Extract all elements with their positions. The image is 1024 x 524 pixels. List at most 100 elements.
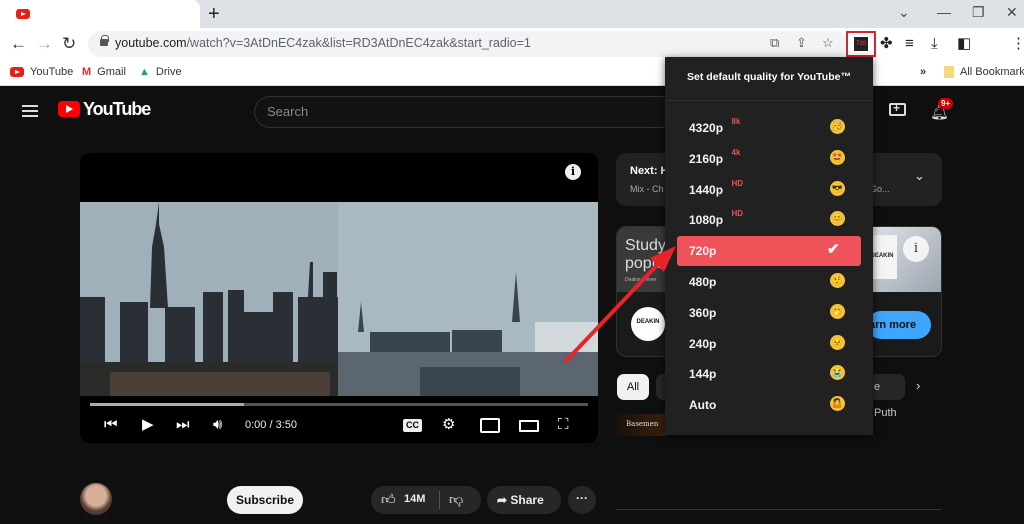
quality-label: 2160p bbox=[689, 151, 724, 166]
quality-option-240p[interactable]: 240p 😣 bbox=[677, 329, 861, 359]
quality-option-720p[interactable]: 720p ✔ bbox=[677, 236, 861, 267]
next-button[interactable]: ⏭︎ bbox=[176, 416, 190, 434]
url-text[interactable]: youtube.com/watch?v=3AtDnEC4zak&list=RD3… bbox=[115, 36, 531, 50]
up-next-subtitle: Mix - Ch bbox=[630, 184, 664, 194]
quality-option-360p[interactable]: 360p 🤭 bbox=[677, 298, 861, 328]
info-icon[interactable]: i bbox=[565, 164, 581, 180]
settings-gear-icon[interactable]: ⚙︎ bbox=[442, 416, 455, 434]
downloads-icon[interactable]: ⤓ bbox=[931, 35, 938, 53]
side-panel-icon[interactable]: ◧ bbox=[957, 35, 971, 53]
bookmark-label: Gmail bbox=[97, 66, 126, 78]
quality-label: Auto bbox=[689, 398, 717, 413]
bookmark-star-icon[interactable]: ☆ bbox=[822, 35, 834, 51]
more-actions-button[interactable]: ··· bbox=[568, 486, 596, 514]
dislike-icon[interactable]: 👎︎ bbox=[449, 491, 463, 508]
address-bar[interactable]: youtube.com/watch?v=3AtDnEC4zak&list=RD3… bbox=[88, 31, 848, 57]
quality-option-auto[interactable]: Auto 🤷 bbox=[677, 390, 861, 420]
quality-option-480p[interactable]: 480p 🤨 bbox=[677, 267, 861, 297]
youtube-icon bbox=[10, 67, 24, 78]
menu-icon[interactable] bbox=[22, 105, 38, 117]
bookmark-drive[interactable]: ▲ Drive bbox=[139, 66, 182, 78]
progress-bar[interactable] bbox=[90, 403, 588, 406]
bookmarks-overflow-button[interactable]: » bbox=[920, 66, 926, 78]
popup-title: Set default quality for YouTube™ bbox=[687, 71, 851, 83]
quality-option-1440p[interactable]: 1440p HD 😎 bbox=[677, 175, 861, 205]
restore-button[interactable]: ❐ bbox=[972, 4, 985, 21]
ad-info-icon[interactable]: i bbox=[903, 236, 929, 262]
ad-headline-2: popu bbox=[625, 255, 661, 272]
bookmark-label: Drive bbox=[155, 66, 182, 78]
minimize-button[interactable]: — bbox=[937, 4, 951, 20]
quality-emoji-icon: 😊 bbox=[830, 211, 845, 227]
browser-toolbar: ← → ↻ youtube.com/watch?v=3AtDnEC4zak&li… bbox=[0, 28, 1024, 60]
bookmark-label: YouTube bbox=[30, 66, 74, 78]
share-label: Share bbox=[510, 493, 544, 507]
chevron-down-icon[interactable]: ⌄ bbox=[914, 168, 925, 184]
back-button[interactable]: ← bbox=[10, 33, 27, 55]
quality-emoji-icon: 🤩 bbox=[830, 149, 845, 165]
chip-all[interactable]: All bbox=[617, 374, 649, 400]
like-icon[interactable]: 👍︎ bbox=[381, 491, 396, 508]
channel-avatar[interactable] bbox=[80, 483, 112, 515]
quality-label: 240p bbox=[689, 336, 717, 351]
new-tab-button[interactable]: + bbox=[208, 2, 220, 26]
learn-more-button[interactable]: arn more bbox=[867, 311, 931, 339]
open-in-app-icon[interactable]: ⧉ bbox=[770, 35, 779, 51]
quality-option-144p[interactable]: 144p 😭 bbox=[677, 359, 861, 389]
quality-option-4320p[interactable]: 4320p 8k 🥳 bbox=[677, 113, 861, 143]
quality-label: 4320p bbox=[689, 121, 724, 135]
forward-button[interactable]: → bbox=[36, 33, 53, 55]
create-video-icon[interactable] bbox=[889, 101, 906, 116]
youtube-logo-text[interactable]: YouTube bbox=[83, 99, 151, 120]
quality-emoji-icon: 🥳 bbox=[830, 119, 845, 134]
quality-label: 1080p bbox=[689, 213, 724, 228]
quality-option-1080p[interactable]: 1080p HD 😊 bbox=[677, 205, 861, 235]
previous-button[interactable]: ⏮︎ bbox=[104, 416, 118, 434]
quality-extension-button[interactable]: 720 bbox=[846, 31, 876, 57]
city-skyline-frame bbox=[80, 202, 598, 396]
bookmark-gmail[interactable]: M Gmail bbox=[82, 66, 126, 78]
youtube-logo-icon[interactable] bbox=[58, 101, 80, 117]
theater-mode-button[interactable] bbox=[519, 420, 539, 432]
like-count[interactable]: 14M bbox=[404, 493, 425, 505]
extensions-puzzle-icon[interactable]: ✤ bbox=[880, 35, 893, 53]
volume-icon[interactable]: 🔊︎ bbox=[213, 416, 222, 434]
ad-sub: Deakin Univer bbox=[625, 277, 657, 283]
quality-emoji-icon: 😎 bbox=[830, 180, 845, 196]
close-window-button[interactable]: ✕ bbox=[1006, 4, 1018, 21]
video-player[interactable]: i ⏮︎ ▶︎ ⏭︎ 🔊︎ 0:00 / 3:50 CC ⚙︎ ⛶ bbox=[80, 153, 598, 443]
browser-menu-icon[interactable]: ⋮ bbox=[1011, 35, 1024, 53]
play-button[interactable]: ▶︎ bbox=[142, 416, 154, 434]
lock-icon bbox=[100, 35, 109, 46]
youtube-favicon-icon bbox=[16, 9, 30, 19]
quality-tag: 4k bbox=[731, 147, 741, 157]
captions-button[interactable]: CC bbox=[403, 419, 422, 432]
quality-emoji-icon: 🤭 bbox=[830, 303, 845, 319]
tab-youtube[interactable] bbox=[0, 0, 200, 28]
video-thumbnail[interactable]: Basemen bbox=[616, 414, 666, 436]
miniplayer-button[interactable] bbox=[480, 418, 500, 433]
extension-720-icon: 720 bbox=[854, 37, 868, 51]
quality-label: 480p bbox=[689, 275, 717, 289]
search-placeholder: Search bbox=[267, 104, 309, 119]
quality-emoji-icon: 🤨 bbox=[830, 273, 845, 288]
notification-badge: 9+ bbox=[938, 98, 954, 109]
fullscreen-button[interactable]: ⛶ bbox=[558, 416, 569, 434]
quality-tag: HD bbox=[731, 178, 744, 188]
subscribe-button[interactable]: Subscribe bbox=[227, 486, 303, 514]
bookmark-youtube[interactable]: YouTube bbox=[10, 66, 73, 78]
quality-label: 360p bbox=[689, 305, 717, 320]
share-page-icon[interactable]: ⇪ bbox=[796, 35, 807, 51]
all-bookmarks-button[interactable]: All Bookmarks bbox=[944, 66, 1024, 79]
share-button[interactable]: ➦ Share bbox=[487, 486, 561, 514]
quality-option-2160p[interactable]: 2160p 4k 🤩 bbox=[677, 144, 861, 174]
advertiser-avatar[interactable]: DEAKIN bbox=[631, 307, 665, 341]
media-control-icon[interactable]: ≡ bbox=[905, 35, 914, 53]
reload-button[interactable]: ↻ bbox=[62, 33, 76, 55]
video-frame[interactable] bbox=[80, 202, 598, 396]
tab-search-icon[interactable]: ⌄ bbox=[898, 4, 910, 21]
quality-emoji-icon: 😭 bbox=[830, 365, 845, 381]
search-input[interactable]: Search bbox=[254, 96, 674, 128]
url-path: /watch?v=3AtDnEC4zak&list=RD3AtDnEC4zak&… bbox=[186, 36, 531, 50]
chevron-right-icon[interactable]: › bbox=[916, 378, 920, 393]
